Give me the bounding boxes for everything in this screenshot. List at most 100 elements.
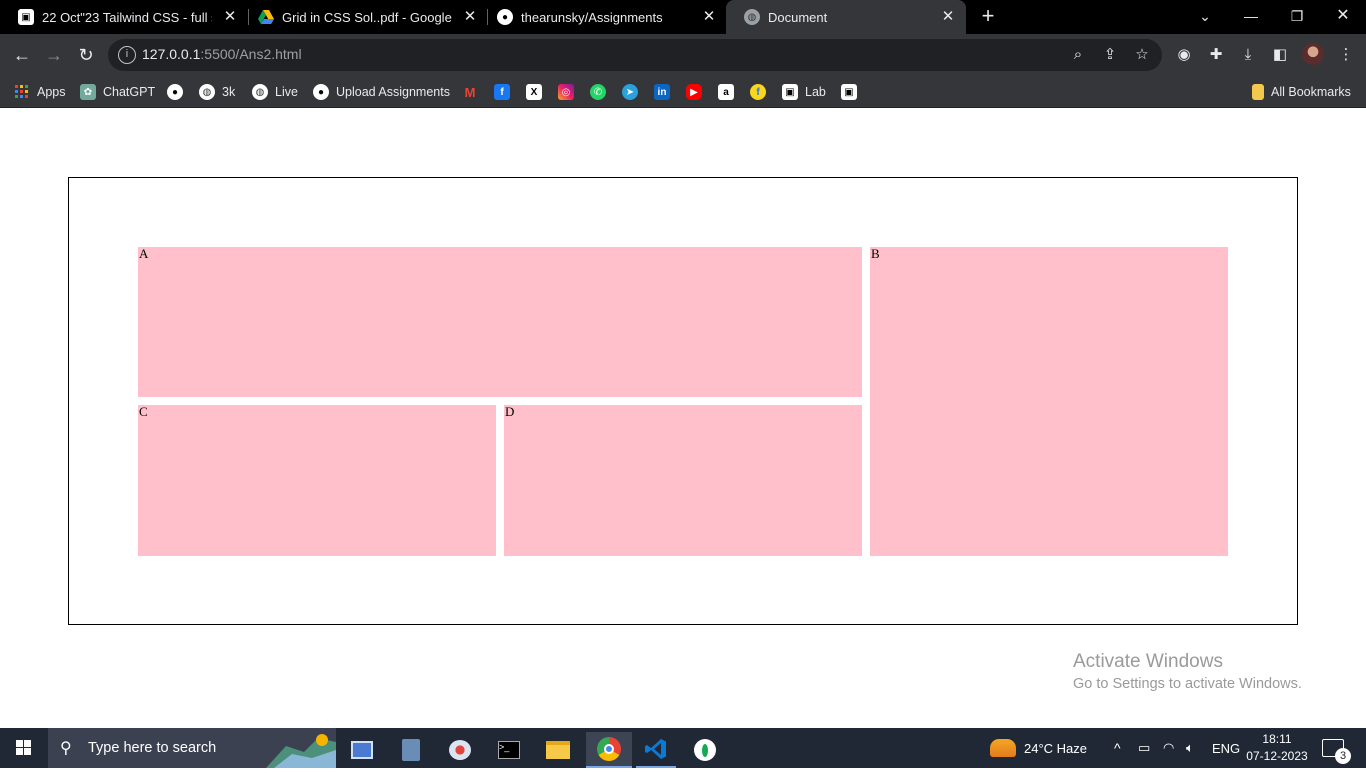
- close-tab-icon[interactable]: ✕: [701, 9, 717, 25]
- watermark-subtitle: Go to Settings to activate Windows.: [1073, 676, 1302, 692]
- google-drive-icon: [258, 9, 274, 25]
- taskbar-app-paint[interactable]: [440, 732, 480, 768]
- tab-tailwind[interactable]: ▣ 22 Oct"23 Tailwind CSS - full stack ✕: [0, 0, 248, 34]
- bookmark-github[interactable]: ●: [167, 82, 183, 102]
- bookmark-facebook[interactable]: f: [494, 82, 510, 102]
- page-content: A B C D Activate Windows Go to Settings …: [0, 109, 1366, 728]
- tab-google-drive[interactable]: Grid in CSS Sol..pdf - Google Drive ✕: [240, 0, 488, 34]
- forward-button[interactable]: →: [40, 42, 68, 70]
- haze-weather-icon: [990, 739, 1016, 757]
- taskbar-app-network[interactable]: [342, 732, 382, 768]
- close-tab-icon[interactable]: ✕: [222, 9, 238, 25]
- close-window-button[interactable]: ✕: [1320, 0, 1366, 34]
- restore-button[interactable]: ❐: [1274, 0, 1320, 34]
- taskbar-app-calculator[interactable]: [391, 732, 431, 768]
- bookmark-telegram[interactable]: ➤: [622, 82, 638, 102]
- bookmark-linkedin[interactable]: in: [654, 82, 670, 102]
- bookmark-3k[interactable]: ◍ 3k: [199, 82, 235, 102]
- taskbar-search[interactable]: ⚲ Type here to search: [48, 728, 336, 768]
- bookmark-lab[interactable]: ▣ Lab: [782, 82, 826, 102]
- taskbar-app-terminal[interactable]: >_: [489, 732, 529, 768]
- search-icon: ⚲: [60, 740, 72, 757]
- reload-button[interactable]: ↻: [72, 42, 100, 70]
- grid-item-b: B: [870, 247, 1228, 556]
- show-hidden-icons[interactable]: ^: [1114, 728, 1121, 768]
- bookmark-site[interactable]: ▣: [841, 82, 857, 102]
- language-indicator[interactable]: ENG: [1212, 728, 1240, 768]
- clock[interactable]: 18:11 07-12-2023: [1244, 731, 1310, 765]
- apps-grid-icon: [14, 84, 30, 100]
- tab-github[interactable]: ● thearunsky/Assignments ✕: [479, 0, 727, 34]
- bookmark-upload-assignments[interactable]: ● Upload Assignments: [313, 82, 450, 102]
- terminal-icon: >_: [498, 741, 520, 759]
- vscode-icon: [645, 739, 666, 759]
- volume-icon[interactable]: 🔈︎: [1186, 728, 1194, 768]
- weather-text: 24°C Haze: [1024, 740, 1088, 756]
- bookmark-chatgpt[interactable]: ✿ ChatGPT: [80, 82, 155, 102]
- side-panel-icon[interactable]: ◧: [1270, 45, 1290, 65]
- bookmark-youtube[interactable]: ▶: [686, 82, 702, 102]
- extension-icon[interactable]: ◉: [1174, 45, 1194, 65]
- battery-icon[interactable]: ▭: [1138, 728, 1150, 768]
- whatsapp-icon: ✆: [590, 84, 606, 100]
- clock-date: 07-12-2023: [1246, 749, 1308, 763]
- taskbar-app-vscode[interactable]: [636, 732, 676, 768]
- globe-icon: ◍: [744, 9, 760, 25]
- activate-windows-watermark: Activate Windows Go to Settings to activ…: [1073, 651, 1302, 695]
- minimize-button[interactable]: —: [1228, 0, 1274, 34]
- bookmark-amazon[interactable]: a: [718, 82, 734, 102]
- notification-count-badge: 3: [1335, 748, 1351, 764]
- taskbar-app-mongodb[interactable]: [685, 732, 725, 768]
- close-tab-icon[interactable]: ✕: [940, 9, 956, 25]
- taskbar: ⚲ Type here to search >_ 24°C Haze ^ ▭ ◠…: [0, 728, 1366, 768]
- extensions-puzzle-icon[interactable]: ✚: [1206, 45, 1226, 65]
- share-icon[interactable]: ⇪: [1100, 45, 1120, 65]
- bookmark-gmail[interactable]: M: [462, 82, 478, 102]
- close-tab-icon[interactable]: ✕: [462, 9, 478, 25]
- url-text[interactable]: 127.0.0.1:5500/Ans2.html: [142, 46, 302, 62]
- notifications-button[interactable]: 3: [1322, 728, 1351, 768]
- amazon-icon: a: [718, 84, 734, 100]
- x-icon: X: [526, 84, 542, 100]
- tab-document[interactable]: ◍ Document ✕: [726, 0, 966, 34]
- all-bookmarks[interactable]: All Bookmarks: [1252, 82, 1351, 102]
- grid-item-a: A: [138, 247, 862, 397]
- start-button[interactable]: [0, 728, 48, 768]
- new-tab-button[interactable]: +: [976, 5, 1000, 29]
- folder-icon: [1252, 84, 1264, 100]
- youtube-icon: ▶: [686, 84, 702, 100]
- taskbar-app-chrome[interactable]: [586, 732, 632, 768]
- bookmarks-bar: Apps ✿ ChatGPT ● ◍ 3k ◍ Live ● Upload As…: [0, 76, 1366, 108]
- bookmark-instagram[interactable]: ◎: [558, 82, 574, 102]
- site-icon: ▣: [841, 84, 857, 100]
- mongodb-icon: [694, 739, 716, 761]
- taskbar-app-explorer[interactable]: [538, 732, 578, 768]
- bookmark-whatsapp[interactable]: ✆: [590, 82, 606, 102]
- bookmark-star-icon[interactable]: ☆: [1132, 45, 1152, 65]
- site-info-icon[interactable]: i: [118, 46, 136, 64]
- linkedin-icon: in: [654, 84, 670, 100]
- github-icon: ●: [497, 9, 513, 25]
- grid-item-d: D: [504, 405, 862, 556]
- back-button[interactable]: ←: [8, 42, 36, 70]
- tab-title: Document: [768, 9, 828, 25]
- search-highlight-icon: [266, 734, 336, 768]
- paint-icon: [449, 740, 471, 760]
- watermark-title: Activate Windows: [1073, 651, 1223, 672]
- folder-icon: [546, 741, 570, 759]
- tab-search-icon[interactable]: ⌄: [1182, 0, 1228, 34]
- download-icon[interactable]: ⤓: [1238, 45, 1258, 65]
- weather-widget[interactable]: 24°C Haze: [990, 728, 1087, 768]
- bookmark-live[interactable]: ◍ Live: [252, 82, 298, 102]
- profile-avatar[interactable]: [1302, 43, 1324, 65]
- bookmark-flipkart[interactable]: f: [750, 82, 766, 102]
- grid-item-c: C: [138, 405, 496, 556]
- wifi-icon[interactable]: ◠: [1163, 728, 1174, 768]
- bookmark-x[interactable]: X: [526, 82, 542, 102]
- tab-title: 22 Oct"23 Tailwind CSS - full stack: [42, 9, 212, 25]
- zoom-icon[interactable]: ⌕: [1068, 45, 1088, 65]
- address-bar[interactable]: i 127.0.0.1:5500/Ans2.html ⌕ ⇪ ☆: [108, 39, 1162, 71]
- bookmark-apps[interactable]: Apps: [14, 82, 66, 102]
- clock-time: 18:11: [1262, 732, 1292, 746]
- menu-icon[interactable]: ⋮: [1336, 45, 1356, 65]
